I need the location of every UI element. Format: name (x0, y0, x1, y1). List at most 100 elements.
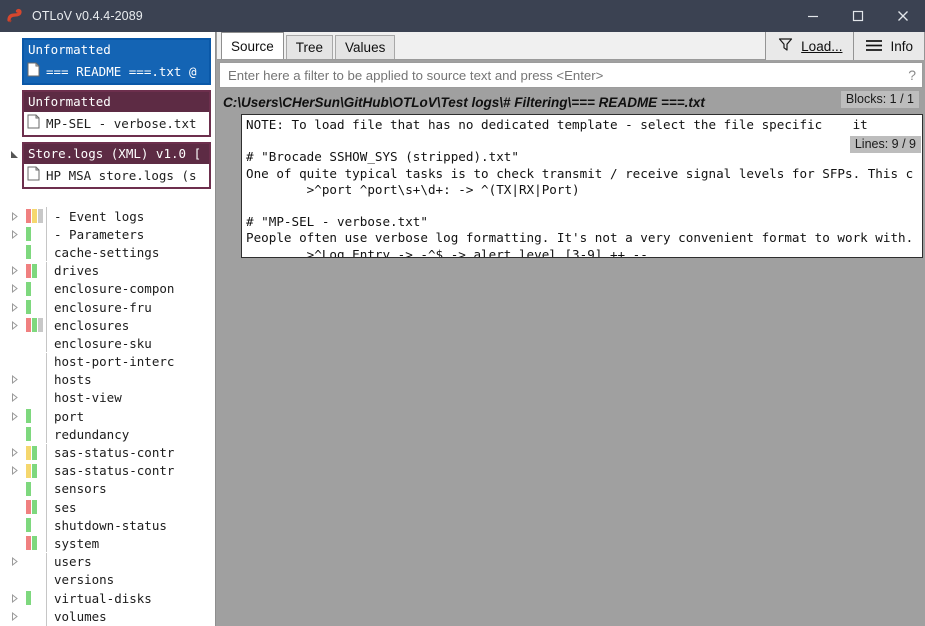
source-text-content: NOTE: To load file that has no dedicated… (246, 117, 914, 258)
document-icon (27, 166, 40, 184)
tree-row-label: enclosures (54, 317, 130, 333)
file-entry[interactable]: HP MSA store.logs (s (24, 164, 209, 187)
severity-bars (20, 318, 46, 333)
tree-row-label: users (54, 554, 92, 570)
tree-row[interactable]: enclosure-sku (0, 334, 215, 353)
chevron-right-icon[interactable] (0, 229, 20, 239)
tree-row-label: volumes (54, 608, 107, 624)
tree-row[interactable]: port (0, 407, 215, 426)
file-group-header: Unformatted (24, 92, 209, 112)
tree-row[interactable]: drives (0, 261, 215, 280)
file-entry[interactable]: === README ===.txt @ (24, 60, 209, 83)
tree-divider (46, 498, 47, 517)
tree-row-label: drives (54, 263, 100, 279)
tab-source[interactable]: Source (221, 32, 284, 59)
chevron-right-icon[interactable] (0, 211, 20, 221)
source-text-view[interactable]: NOTE: To load file that has no dedicated… (241, 114, 923, 258)
tree-row[interactable]: enclosure-compon (0, 279, 215, 298)
severity-bar (32, 318, 37, 333)
file-entry-label: MP-SEL - verbose.txt (46, 115, 197, 131)
tree-row[interactable]: versions (0, 570, 215, 589)
load-button[interactable]: Load... (765, 32, 855, 60)
severity-bar (26, 300, 31, 315)
tree-row[interactable]: host-view (0, 388, 215, 407)
severity-bars (20, 481, 46, 496)
severity-bars (20, 445, 46, 460)
lines-counter: Lines: 9 / 9 (849, 136, 921, 153)
tree-row[interactable]: host-port-interc (0, 352, 215, 371)
tree-divider (46, 243, 47, 262)
filter-input[interactable] (226, 66, 903, 84)
chevron-right-icon[interactable] (0, 448, 20, 458)
tree-divider (46, 534, 47, 553)
chevron-right-icon[interactable] (0, 466, 20, 476)
severity-bar (32, 500, 37, 515)
chevron-right-icon[interactable] (0, 557, 20, 567)
tree-row[interactable]: volumes (0, 607, 215, 626)
tree-row[interactable]: redundancy (0, 425, 215, 444)
tab-values[interactable]: Values (335, 35, 396, 59)
tree-row-label: cache-settings (54, 244, 160, 260)
tree-divider (46, 607, 47, 626)
severity-bar (26, 427, 31, 442)
tree-row[interactable]: enclosures (0, 316, 215, 335)
minimize-button[interactable] (790, 0, 835, 32)
tree-row[interactable]: sensors (0, 479, 215, 498)
severity-bar (26, 591, 31, 606)
tree-row[interactable]: users (0, 552, 215, 571)
tree-row[interactable]: hosts (0, 370, 215, 389)
chevron-right-icon[interactable] (0, 593, 20, 603)
tree-row[interactable]: - Event logs (0, 207, 215, 226)
chevron-right-icon[interactable] (0, 302, 20, 312)
collapse-triangle-icon[interactable] (7, 144, 21, 164)
tab-strip: Source Tree Values Load... Info (217, 32, 925, 60)
severity-bar (38, 318, 43, 333)
tree-row[interactable]: cache-settings (0, 243, 215, 262)
tree-divider (46, 516, 47, 535)
severity-bars (20, 281, 46, 296)
tree-row-label: enclosure-fru (54, 299, 152, 315)
tree-row[interactable]: virtual-disks (0, 589, 215, 608)
tree-row-label: virtual-disks (54, 590, 152, 606)
tree-row[interactable]: sas-status-contr (0, 461, 215, 480)
file-path: C:\Users\CHerSun\GitHub\OTLoV\Test logs\… (223, 94, 705, 110)
tree-row-label: sas-status-contr (54, 463, 175, 479)
tree-row[interactable]: system (0, 534, 215, 553)
tree-row[interactable]: ses (0, 498, 215, 517)
tab-tree[interactable]: Tree (285, 35, 334, 59)
file-group-readme[interactable]: Unformatted === README ===.txt @ (22, 38, 211, 85)
filter-bar[interactable]: ? (219, 62, 923, 88)
filter-help-icon[interactable]: ? (902, 67, 916, 83)
tree-row-label: - Parameters (54, 226, 145, 242)
maximize-button[interactable] (835, 0, 880, 32)
severity-bar (26, 209, 31, 224)
chevron-right-icon[interactable] (0, 320, 20, 330)
tree-row[interactable]: sas-status-contr (0, 443, 215, 462)
tree-row[interactable]: enclosure-fru (0, 298, 215, 317)
chevron-right-icon[interactable] (0, 266, 20, 276)
tree-row[interactable]: shutdown-status (0, 516, 215, 535)
tree-row-label: host-port-interc (54, 354, 175, 370)
tree-divider (46, 279, 47, 298)
tree-row-label: versions (54, 572, 115, 588)
chevron-right-icon[interactable] (0, 284, 20, 294)
severity-bars (20, 227, 46, 242)
chevron-right-icon[interactable] (0, 611, 20, 621)
severity-bar (32, 463, 37, 478)
close-button[interactable] (880, 0, 925, 32)
tree-divider (46, 225, 47, 244)
toolbar: Load... Info (765, 32, 925, 60)
tree-row-label: ses (54, 499, 77, 515)
chevron-right-icon[interactable] (0, 393, 20, 403)
file-entry[interactable]: MP-SEL - verbose.txt (24, 112, 209, 135)
tree-row[interactable]: - Parameters (0, 225, 215, 244)
tree-divider (46, 316, 47, 335)
chevron-right-icon[interactable] (0, 375, 20, 385)
tree-divider (46, 207, 47, 226)
info-button[interactable]: Info (854, 32, 925, 60)
file-group-storelogs[interactable]: Store.logs (XML) v1.0 [ HP MSA store.log… (22, 142, 211, 189)
tree-row-label: sensors (54, 481, 107, 497)
severity-bar (26, 281, 31, 296)
file-group-mpsel[interactable]: Unformatted MP-SEL - verbose.txt (22, 90, 211, 137)
chevron-right-icon[interactable] (0, 411, 20, 421)
